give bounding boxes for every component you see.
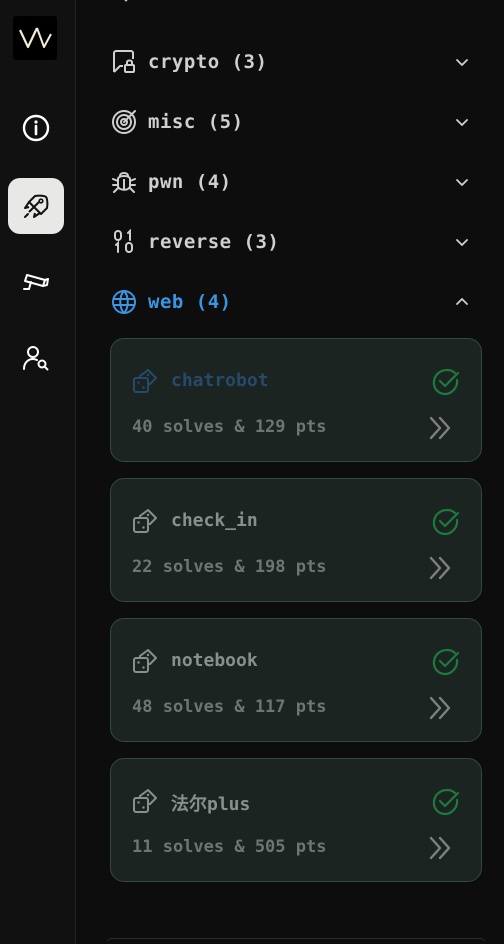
nav-challenges-button[interactable] [8, 178, 64, 234]
nav-camera-button[interactable] [8, 254, 64, 310]
challenge-stats: 48 solves & 117 pts [132, 697, 327, 717]
double-chevron-right-icon [429, 696, 451, 720]
challenge-title: chatrobot [171, 370, 269, 391]
app-root: crypto (3) misc (5) pwn (4) reverse (3) … [0, 0, 504, 944]
dice-icon [133, 649, 157, 673]
rocket-icon [24, 194, 49, 218]
challenge-card[interactable]: notebook 48 solves & 117 pts [110, 618, 482, 742]
challenge-panel: crypto (3) misc (5) pwn (4) reverse (3) … [76, 0, 504, 944]
challenge-card[interactable]: 法尔plus 11 solves & 505 pts [110, 758, 482, 882]
challenge-title: 法尔plus [171, 794, 251, 815]
sidebar [0, 0, 76, 944]
category-web[interactable]: web (4) [110, 282, 470, 322]
challenge-stats: 40 solves & 129 pts [132, 417, 327, 437]
challenge-stats: 11 solves & 505 pts [132, 837, 327, 857]
category-reverse[interactable]: reverse (3) [110, 222, 470, 262]
dice-icon [133, 789, 157, 813]
bug-icon [112, 172, 136, 193]
dice-icon [133, 369, 157, 393]
challenge-stats: 22 solves & 198 pts [132, 557, 327, 577]
camera-icon [23, 274, 49, 290]
category-label: reverse (3) [148, 231, 280, 253]
category-label: web (4) [148, 291, 232, 313]
challenge-title: check_in [171, 510, 258, 531]
lock-badge-icon [113, 50, 135, 73]
chevron-down-icon [124, 0, 128, 2]
binary-icon [114, 228, 133, 253]
chevron-down-icon [456, 119, 468, 126]
chevron-down-icon [456, 59, 468, 66]
category-label: crypto (3) [148, 51, 268, 73]
vm-logo-icon [19, 27, 52, 49]
category-pwn[interactable]: pwn (4) [110, 162, 470, 202]
challenge-title: notebook [171, 650, 258, 671]
solved-check-icon [432, 368, 460, 396]
nav-user-search-button[interactable] [8, 330, 64, 386]
nav-info-button[interactable] [8, 100, 64, 156]
challenge-card[interactable]: check_in 22 solves & 198 pts [110, 478, 482, 602]
logo[interactable] [13, 16, 57, 60]
chevron-down-icon [456, 239, 468, 246]
double-chevron-right-icon [429, 416, 451, 440]
globe-icon [112, 290, 136, 314]
category-crypto[interactable]: crypto (3) [110, 42, 470, 82]
dice-icon [133, 509, 157, 533]
solved-check-icon [432, 788, 460, 816]
category-label: misc (5) [148, 111, 244, 133]
double-chevron-right-icon [429, 836, 451, 860]
solved-check-icon [432, 648, 460, 676]
chevron-up-icon [456, 298, 468, 305]
double-chevron-right-icon [429, 556, 451, 580]
challenge-card[interactable]: chatrobot 40 solves & 129 pts [110, 338, 482, 462]
category-misc[interactable]: misc (5) [110, 102, 470, 142]
target-icon [112, 110, 136, 134]
user-search-icon [23, 346, 49, 371]
chevron-down-icon [456, 179, 468, 186]
solved-check-icon [432, 508, 460, 536]
info-icon [22, 114, 50, 142]
next-panel-edge [106, 938, 486, 944]
category-label: pwn (4) [148, 171, 232, 193]
